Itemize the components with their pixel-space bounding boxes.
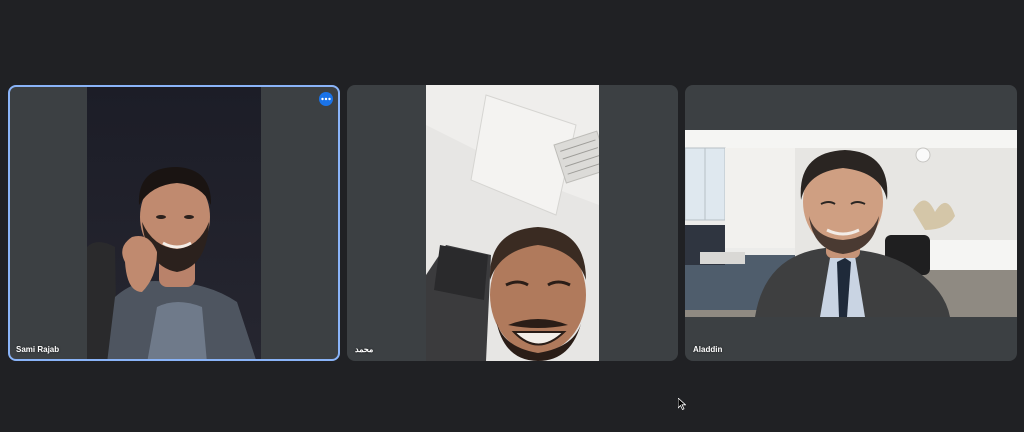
video-call-stage: Sami Rajab محمد Aladdin	[0, 0, 1024, 432]
more-options-button[interactable]	[319, 92, 333, 106]
mouse-cursor-icon	[677, 397, 687, 415]
participant-video	[87, 87, 261, 359]
participant-tile-aladdin[interactable]: Aladdin	[685, 85, 1017, 361]
participant-name: Sami Rajab	[16, 345, 60, 354]
participant-tile-sami-rajab[interactable]: Sami Rajab	[8, 85, 340, 361]
more-horizontal-icon	[321, 97, 331, 101]
participant-tile-2[interactable]: محمد	[347, 85, 678, 361]
participant-video	[685, 130, 1017, 317]
participant-name: Aladdin	[693, 345, 723, 354]
participant-video	[426, 85, 599, 361]
participant-name: محمد	[355, 345, 374, 354]
